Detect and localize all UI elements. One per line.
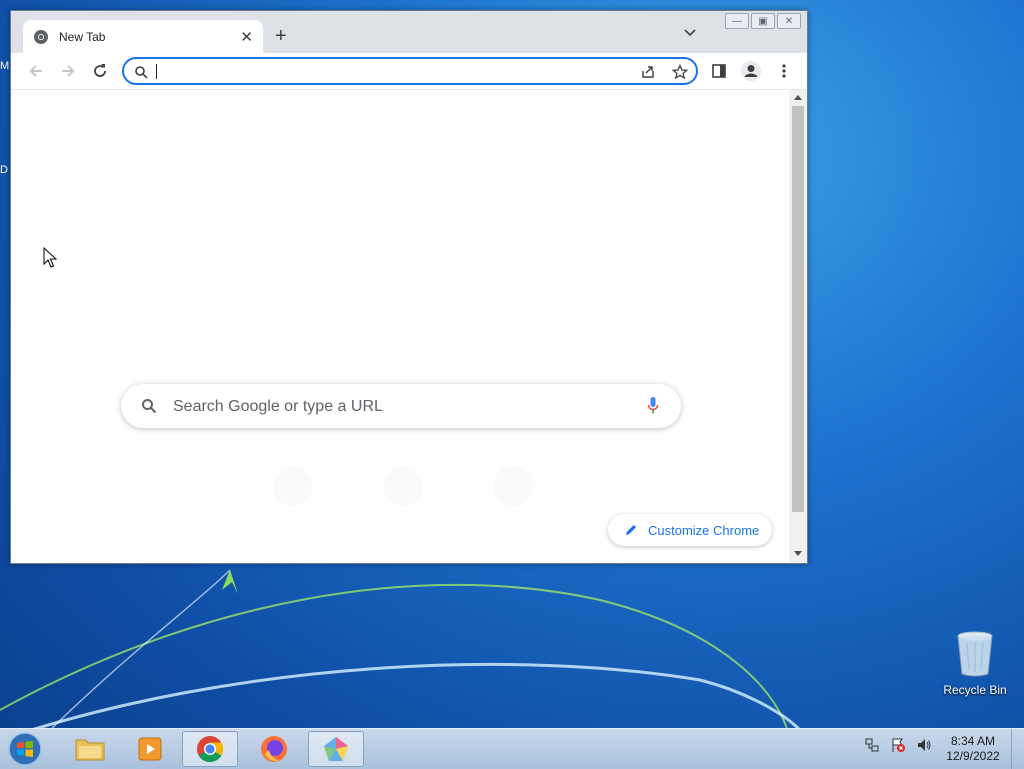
customize-label: Customize Chrome	[648, 522, 760, 538]
folder-icon	[75, 739, 105, 761]
microphone-icon[interactable]	[647, 396, 659, 416]
side-panel-icon[interactable]	[712, 64, 726, 78]
clock-date: 12/9/2022	[946, 749, 1000, 763]
address-bar[interactable]	[122, 57, 698, 85]
start-button[interactable]	[6, 731, 44, 767]
scroll-down-arrow-icon[interactable]	[794, 551, 802, 557]
app-icon	[324, 737, 348, 761]
close-window-button[interactable]: ✕	[777, 13, 801, 29]
search-icon	[135, 66, 148, 79]
chrome-icon	[34, 29, 48, 44]
recycle-bin-icon	[957, 631, 993, 677]
scrollbar-thumb[interactable]	[792, 106, 804, 512]
back-icon[interactable]	[27, 62, 45, 80]
taskbar-clock[interactable]: 8:34 AM 12/9/2022	[940, 734, 1006, 764]
network-icon[interactable]	[864, 737, 880, 753]
text-caret	[156, 64, 157, 79]
mouse-cursor-icon	[43, 247, 57, 268]
recycle-bin[interactable]: Recycle Bin	[940, 630, 1010, 697]
address-input[interactable]	[154, 62, 628, 84]
profile-avatar-icon[interactable]	[740, 60, 762, 82]
recycle-bin-label: Recycle Bin	[943, 683, 1007, 697]
new-tab-page: Search Google or type a URL Customize Ch…	[11, 90, 789, 563]
chrome-window: — ▣ ✕ New Tab ✕ + Search Google or type …	[10, 10, 808, 564]
taskbar-app[interactable]	[308, 731, 364, 767]
minimize-button[interactable]: —	[725, 13, 749, 29]
system-tray	[864, 737, 932, 753]
desktop-icon-label-fragment[interactable]: M	[0, 60, 9, 72]
clock-time: 8:34 AM	[950, 734, 996, 748]
chrome-icon	[197, 736, 224, 763]
forward-icon[interactable]	[59, 62, 77, 80]
customize-chrome-button[interactable]: Customize Chrome	[608, 514, 772, 546]
desktop-swirl	[0, 569, 802, 740]
scroll-up-arrow-icon[interactable]	[794, 94, 802, 100]
vertical-scrollbar[interactable]	[789, 90, 807, 563]
volume-icon[interactable]	[916, 737, 932, 753]
pencil-icon	[626, 525, 636, 535]
shortcut-tile[interactable]	[383, 466, 423, 506]
media-player-icon	[138, 737, 162, 761]
reload-icon[interactable]	[91, 62, 109, 80]
taskbar-chrome[interactable]	[182, 731, 238, 767]
shortcut-tile[interactable]	[273, 466, 313, 506]
firefox-icon	[261, 736, 287, 762]
tab-search-chevron-icon[interactable]	[683, 26, 697, 40]
show-desktop-button[interactable]	[1011, 729, 1024, 769]
new-tab-button[interactable]: +	[275, 25, 287, 48]
share-icon[interactable]	[640, 64, 656, 80]
maximize-button[interactable]: ▣	[751, 13, 775, 29]
taskbar-media-player[interactable]	[122, 731, 178, 767]
search-icon	[142, 399, 157, 414]
taskbar: 8:34 AM 12/9/2022	[0, 728, 1024, 769]
ntp-search-placeholder: Search Google or type a URL	[173, 398, 383, 415]
tab-new-tab[interactable]: New Tab ✕	[23, 20, 263, 53]
browser-toolbar	[11, 53, 807, 90]
taskbar-firefox[interactable]	[246, 731, 302, 767]
bookmark-star-icon[interactable]	[672, 64, 688, 80]
desktop-icon-label-fragment[interactable]: D	[0, 164, 8, 176]
taskbar-windows-explorer[interactable]	[62, 731, 118, 767]
tab-title: New Tab	[59, 29, 106, 44]
window-controls: — ▣ ✕	[725, 13, 801, 29]
tab-close-icon[interactable]: ✕	[240, 28, 253, 46]
shortcut-tile[interactable]	[493, 466, 533, 506]
menu-kebab-icon[interactable]	[781, 63, 787, 79]
ntp-search-box[interactable]: Search Google or type a URL	[121, 384, 681, 428]
action-center-flag-icon[interactable]	[890, 737, 906, 753]
